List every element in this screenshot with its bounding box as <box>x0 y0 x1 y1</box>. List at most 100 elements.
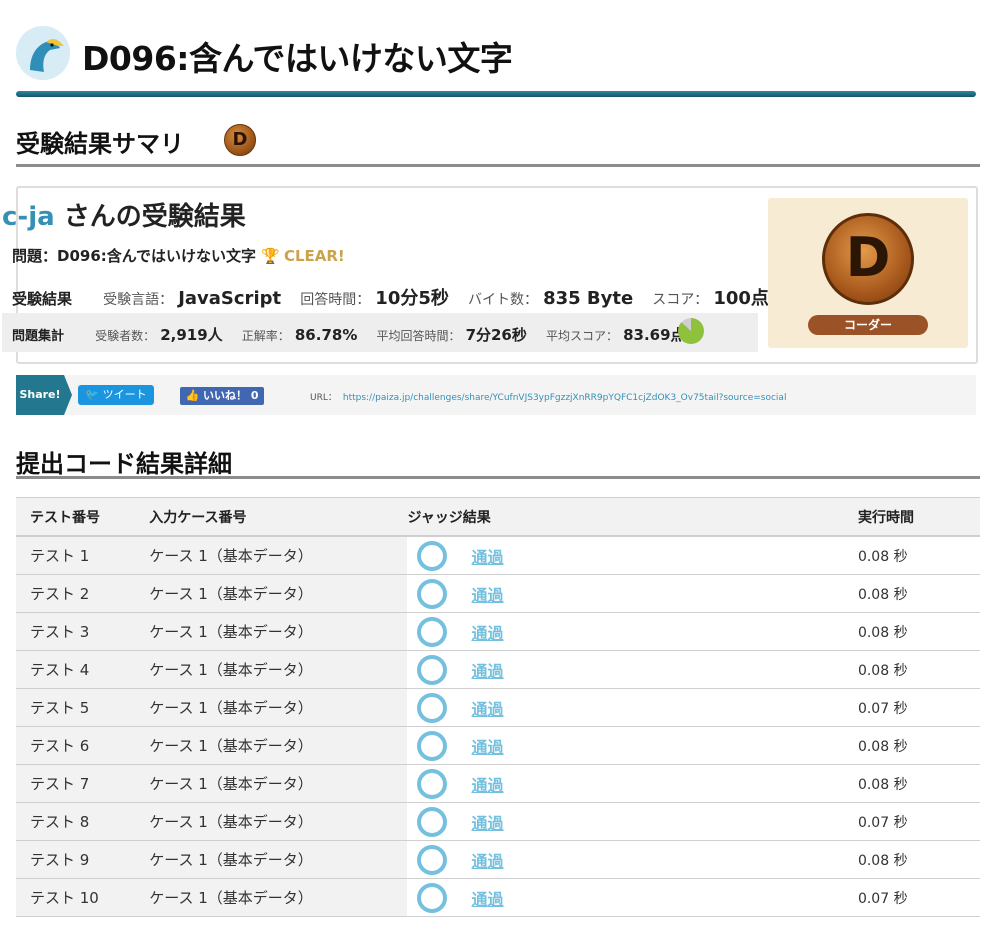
exec-time: 0.07 秒 <box>857 878 980 917</box>
column-header: テスト番号 <box>16 497 150 537</box>
exec-time: 0.07 秒 <box>857 688 980 727</box>
rank-badge-icon: D <box>224 124 256 156</box>
case-number: ケース 1（基本データ） <box>149 840 408 879</box>
exec-time: 0.08 秒 <box>857 574 980 613</box>
table-row: テスト 9 ケース 1（基本データ） 通過 0.08 秒 <box>16 840 980 879</box>
test-number: テスト 4 <box>16 650 150 689</box>
judge-result: 通過 <box>407 840 858 879</box>
result-label: 受験結果 <box>12 290 73 308</box>
judge-result: 通過 <box>407 536 858 575</box>
case-number: ケース 1（基本データ） <box>149 802 408 841</box>
share-tag: Share! <box>16 375 72 415</box>
page-title: D096:含んではいけない文字 <box>82 39 513 78</box>
time-label: 回答時間： <box>300 292 371 308</box>
pass-link[interactable]: 通過 <box>471 586 503 605</box>
title-divider <box>16 91 976 97</box>
table-row: テスト 4 ケース 1（基本データ） 通過 0.08 秒 <box>16 650 980 689</box>
like-button[interactable]: 👍 いいね！ 0 <box>180 387 264 405</box>
pass-link[interactable]: 通過 <box>471 738 503 757</box>
exec-time: 0.08 秒 <box>857 650 980 689</box>
case-number: ケース 1（基本データ） <box>149 612 408 651</box>
test-number: テスト 5 <box>16 688 150 727</box>
avg-time-label: 平均回答時間： <box>376 329 461 343</box>
detail-heading: 提出コード結果詳細 <box>16 450 232 478</box>
exec-time: 0.08 秒 <box>857 764 980 803</box>
avg-score-label: 平均スコア： <box>545 329 618 343</box>
judge-result: 通過 <box>407 802 858 841</box>
share-bar: Share! 🐦 ツイート 👍 いいね！ 0 URL： https://paiza… <box>16 375 976 415</box>
judge-result: 通過 <box>407 612 858 651</box>
problem-name-link[interactable]: D096:含んではいけない文字 <box>57 247 256 265</box>
judge-result: 通過 <box>407 688 858 727</box>
user-name-link[interactable]: c-ja <box>2 202 55 232</box>
pass-circle-icon <box>417 768 448 799</box>
judge-result: 通過 <box>407 878 858 917</box>
pass-circle-icon <box>417 616 448 647</box>
accuracy-value: 86.78% <box>294 326 358 344</box>
table-row: テスト 7 ケース 1（基本データ） 通過 0.08 秒 <box>16 764 980 803</box>
test-results-table: テスト番号 入力ケース番号 ジャッジ結果 実行時間 テスト 1 ケース 1（基本デ… <box>16 497 980 917</box>
rank-panel: D コーダー <box>768 198 968 348</box>
bytes-value: 835 Byte <box>543 288 634 309</box>
case-number: ケース 1（基本データ） <box>149 574 408 613</box>
table-row: テスト 2 ケース 1（基本データ） 通過 0.08 秒 <box>16 574 980 613</box>
like-label: いいね！ <box>203 389 248 402</box>
pass-circle-icon <box>417 806 448 837</box>
score-value: 100点 <box>713 288 769 309</box>
exec-time: 0.07 秒 <box>857 802 980 841</box>
pass-link[interactable]: 通過 <box>471 700 503 719</box>
pass-link[interactable]: 通過 <box>471 890 503 909</box>
table-row: テスト 6 ケース 1（基本データ） 通過 0.08 秒 <box>16 726 980 765</box>
paiza-bird-logo-icon[interactable] <box>16 26 70 80</box>
judge-result: 通過 <box>407 574 858 613</box>
test-number: テスト 6 <box>16 726 150 765</box>
judge-result: 通過 <box>407 650 858 689</box>
avg-score-value: 83.69点 <box>623 326 686 344</box>
column-header: 実行時間 <box>857 497 980 537</box>
table-row: テスト 3 ケース 1（基本データ） 通過 0.08 秒 <box>16 612 980 651</box>
trophy-icon: 🏆 <box>261 247 280 265</box>
table-body: テスト 1 ケース 1（基本データ） 通過 0.08 秒テスト 2 ケース 1（基本デー… <box>16 536 980 917</box>
share-url-link[interactable]: https://paiza.jp/challenges/share/YCufnV… <box>343 393 787 403</box>
like-count: 0 <box>250 389 259 402</box>
page-header: D096:含んではいけない文字 <box>16 22 976 98</box>
detail-divider <box>16 476 980 479</box>
accuracy-label: 正解率： <box>241 329 290 343</box>
problem-line: 問題：D096:含んではいけない文字 🏆 CLEAR! <box>12 245 345 266</box>
language-label: 受験言語： <box>103 292 174 308</box>
exec-time: 0.08 秒 <box>857 840 980 879</box>
summary-divider <box>16 164 980 167</box>
pass-link[interactable]: 通過 <box>471 814 503 833</box>
pass-circle-icon <box>417 578 448 609</box>
test-number: テスト 3 <box>16 612 150 651</box>
pass-circle-icon <box>417 882 448 913</box>
pass-link[interactable]: 通過 <box>471 662 503 681</box>
user-result-title: c-ja さんの受験結果 <box>2 196 246 233</box>
rank-medal-icon: D <box>822 213 914 305</box>
test-number: テスト 10 <box>16 878 150 917</box>
pass-link[interactable]: 通過 <box>471 776 503 795</box>
judge-result: 通過 <box>407 764 858 803</box>
thumbs-up-icon: 👍 <box>185 389 200 402</box>
pass-link[interactable]: 通過 <box>471 624 503 643</box>
accuracy-pie-icon <box>678 318 704 344</box>
pass-circle-icon <box>417 730 448 761</box>
examinees-label: 受験者数： <box>95 329 156 343</box>
table-row: テスト 5 ケース 1（基本データ） 通過 0.07 秒 <box>16 688 980 727</box>
case-number: ケース 1（基本データ） <box>149 726 408 765</box>
pass-circle-icon <box>417 844 448 875</box>
share-url: URL： https://paiza.jp/challenges/share/YC… <box>310 390 786 403</box>
case-number: ケース 1（基本データ） <box>149 650 408 689</box>
case-number: ケース 1（基本データ） <box>149 688 408 727</box>
pass-link[interactable]: 通過 <box>471 548 503 567</box>
exec-time: 0.08 秒 <box>857 536 980 575</box>
test-number: テスト 2 <box>16 574 150 613</box>
pass-link[interactable]: 通過 <box>471 852 503 871</box>
case-number: ケース 1（基本データ） <box>149 536 408 575</box>
aggregate-bar: 問題集計 受験者数： 2,919人 正解率： 86.78% 平均回答時間： 7分… <box>2 313 758 352</box>
clear-label: CLEAR! <box>283 247 345 265</box>
tweet-button[interactable]: 🐦 ツイート <box>78 385 154 405</box>
pass-circle-icon <box>417 692 448 723</box>
test-number: テスト 7 <box>16 764 150 803</box>
bytes-label: バイト数： <box>467 292 538 308</box>
